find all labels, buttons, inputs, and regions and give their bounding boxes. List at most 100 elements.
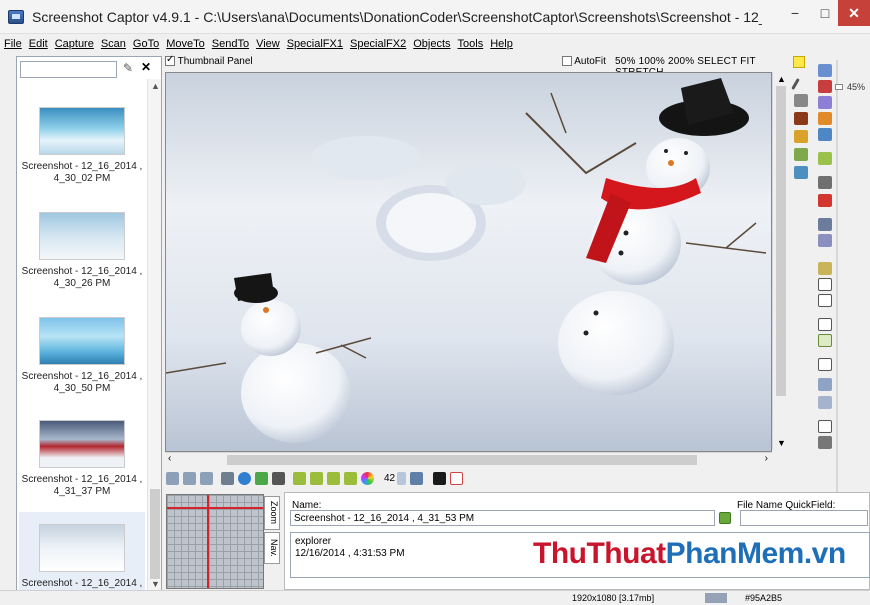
thumbnail-item[interactable]: Screenshot - 12_16_2014 , 4_30_50 PM bbox=[19, 317, 145, 395]
eraser-icon[interactable]: ✎ bbox=[123, 61, 133, 75]
menu-tools[interactable]: Tools bbox=[458, 38, 484, 50]
shadow-icon[interactable] bbox=[818, 436, 832, 449]
properties-icon[interactable] bbox=[818, 112, 832, 125]
scroll-up-icon[interactable]: ▲ bbox=[777, 74, 786, 84]
scroll-down-icon[interactable]: ▼ bbox=[151, 579, 160, 589]
scrollbar-thumb[interactable] bbox=[150, 489, 160, 579]
edit-icon[interactable] bbox=[818, 96, 832, 109]
image-canvas[interactable] bbox=[165, 72, 772, 452]
highlight-color-icon[interactable] bbox=[793, 56, 805, 68]
thumbnail-item[interactable]: Screenshot - 12_16_2014 , 4_30_02 PM bbox=[19, 107, 145, 185]
rename-icon[interactable] bbox=[719, 512, 731, 524]
minimize-button[interactable]: − bbox=[780, 0, 810, 26]
tab-nav[interactable]: Nav. bbox=[264, 532, 280, 564]
menu-specialfx1[interactable]: SpecialFX1 bbox=[287, 38, 343, 50]
border-icon[interactable] bbox=[818, 396, 832, 409]
thumbnail-panel-checkbox[interactable] bbox=[165, 54, 175, 67]
link-icon[interactable] bbox=[818, 234, 832, 247]
color-wheel-icon[interactable] bbox=[361, 471, 374, 485]
menu-sendto[interactable]: SendTo bbox=[212, 38, 249, 50]
scroll-left-icon[interactable]: ‹ bbox=[168, 453, 171, 464]
thumbnail-image bbox=[39, 212, 125, 260]
rotate-right-icon[interactable] bbox=[183, 471, 196, 485]
close-button[interactable]: ✕ bbox=[838, 0, 870, 26]
scroll-right-icon[interactable]: › bbox=[765, 453, 768, 464]
pointer-icon[interactable] bbox=[818, 278, 832, 291]
minimap-horizontal-marker bbox=[167, 507, 263, 509]
brush-icon[interactable] bbox=[794, 112, 808, 125]
crop-icon[interactable] bbox=[818, 318, 832, 331]
thumbnail-time: 4_31_37 PM bbox=[53, 486, 111, 497]
flip-icon[interactable] bbox=[200, 471, 213, 485]
zoom-percent: 45% bbox=[847, 82, 866, 92]
paint-icon[interactable] bbox=[794, 130, 808, 143]
thumbnail-item[interactable]: Screenshot - 12_16_2014 , 4_31_37 PM bbox=[19, 420, 145, 498]
quickfield-input[interactable] bbox=[740, 510, 868, 526]
cursor-icon[interactable] bbox=[433, 471, 447, 485]
globe-icon[interactable] bbox=[238, 471, 251, 485]
autofit-checkbox[interactable] bbox=[562, 56, 572, 67]
mountain-icon[interactable] bbox=[272, 471, 285, 485]
document-icon[interactable] bbox=[450, 471, 464, 485]
scroll-up-icon[interactable]: ▲ bbox=[151, 81, 160, 91]
save-icon[interactable] bbox=[818, 64, 832, 77]
marker-icon[interactable] bbox=[818, 194, 832, 207]
resize-icon[interactable] bbox=[818, 334, 832, 347]
menu-file[interactable]: File bbox=[4, 38, 22, 50]
rotate-left-icon[interactable] bbox=[166, 471, 179, 485]
tab-zoom[interactable]: Zoom bbox=[264, 496, 280, 530]
stamp-icon[interactable] bbox=[794, 94, 808, 107]
menu-edit[interactable]: Edit bbox=[29, 38, 48, 50]
menu-capture[interactable]: Capture bbox=[55, 38, 94, 50]
menu-view[interactable]: View bbox=[256, 38, 280, 50]
watermark-logo: ThuThuatPhanMem.vn bbox=[533, 537, 846, 570]
navigator-minimap[interactable] bbox=[166, 494, 264, 589]
scrollbar-thumb[interactable] bbox=[776, 86, 786, 396]
select-icon[interactable] bbox=[818, 294, 832, 307]
monitor-icon[interactable] bbox=[410, 471, 424, 485]
menu-scan[interactable]: Scan bbox=[101, 38, 126, 50]
vertical-scrollbar[interactable]: ▲ ▼ bbox=[772, 72, 788, 450]
image-resolution: 1920x1080 [3.17mb] bbox=[572, 593, 655, 603]
menu-help[interactable]: Help bbox=[490, 38, 513, 50]
menu-goto[interactable]: GoTo bbox=[133, 38, 159, 50]
spin-value[interactable]: 42 bbox=[384, 473, 395, 484]
close-panel-icon[interactable]: ✕ bbox=[141, 60, 151, 74]
menu-specialfx2[interactable]: SpecialFX2 bbox=[350, 38, 406, 50]
thumbnail-scrollbar[interactable]: ▲ ▼ bbox=[147, 79, 161, 591]
fill-icon[interactable] bbox=[794, 148, 808, 161]
spinner-icon[interactable] bbox=[397, 471, 407, 485]
color-hex: #95A2B5 bbox=[745, 593, 783, 603]
thumbnail-item-selected[interactable]: Screenshot - 12_16_2014 , bbox=[19, 512, 145, 592]
thumbnail-time: 4_30_26 PM bbox=[53, 278, 111, 289]
pen-icon[interactable] bbox=[791, 78, 800, 90]
grid-icon[interactable] bbox=[310, 471, 323, 485]
scrollbar-thumb[interactable] bbox=[227, 455, 697, 465]
thumbnail-item[interactable]: Screenshot - 12_16_2014 , 4_30_26 PM bbox=[19, 212, 145, 290]
horizontal-scrollbar[interactable]: ‹ › bbox=[165, 452, 772, 466]
scroll-down-icon[interactable]: ▼ bbox=[777, 438, 786, 448]
windows-icon[interactable] bbox=[818, 128, 832, 141]
image-icon[interactable] bbox=[794, 166, 808, 179]
grid-icon[interactable] bbox=[327, 471, 340, 485]
delete-icon[interactable] bbox=[818, 80, 832, 93]
add-icon[interactable] bbox=[818, 152, 832, 165]
grid-icon[interactable] bbox=[344, 471, 357, 485]
menu-objects[interactable]: Objects bbox=[413, 38, 450, 50]
thumbnail-filter-input[interactable] bbox=[20, 61, 117, 78]
camera-icon[interactable] bbox=[818, 176, 832, 189]
maximize-button[interactable]: □ bbox=[810, 0, 840, 26]
menu-moveto[interactable]: MoveTo bbox=[166, 38, 205, 50]
tool-palette bbox=[791, 64, 834, 452]
grid-icon[interactable] bbox=[293, 471, 306, 485]
name-field[interactable] bbox=[290, 510, 715, 526]
frame-icon[interactable] bbox=[818, 378, 832, 391]
wand-icon[interactable] bbox=[818, 262, 832, 275]
scanner-icon[interactable] bbox=[818, 218, 832, 231]
thumbnail-image bbox=[39, 420, 125, 468]
window-icon[interactable] bbox=[818, 420, 832, 433]
zoom-slider-thumb[interactable] bbox=[835, 84, 843, 90]
trim-icon[interactable] bbox=[818, 358, 832, 371]
sharpen-icon[interactable] bbox=[221, 471, 234, 485]
green-box-icon[interactable] bbox=[255, 471, 268, 485]
